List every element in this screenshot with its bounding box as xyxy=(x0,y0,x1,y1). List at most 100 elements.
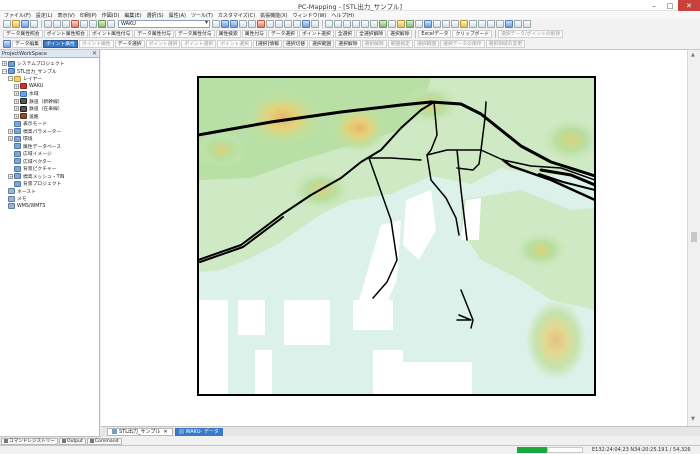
delete-selected-button[interactable]: 選択データ/ポイントの削除 xyxy=(498,30,564,38)
help-icon[interactable] xyxy=(523,20,531,28)
new-file-icon[interactable] xyxy=(3,20,11,28)
tree-item[interactable]: 広域ベクター xyxy=(0,158,99,166)
tree-item[interactable]: メモ xyxy=(0,195,99,203)
maximize-button[interactable]: □ xyxy=(662,0,678,11)
tree-item[interactable]: 表示モード xyxy=(0,120,99,128)
tree-item[interactable]: WMS/WMTS xyxy=(0,203,99,211)
tb3-button[interactable]: ポイント選択 xyxy=(181,40,217,48)
tree-item[interactable]: + 標高パラメーター xyxy=(0,128,99,136)
map-svg[interactable] xyxy=(101,50,687,426)
tb3-button[interactable]: 選択範囲 xyxy=(309,40,335,48)
tb3-button[interactable]: ポイント選択 xyxy=(217,40,252,48)
legend-icon[interactable] xyxy=(469,20,477,28)
tree-expander-icon[interactable]: + xyxy=(14,91,19,97)
layer-icon[interactable] xyxy=(98,20,106,28)
tree-expander-icon[interactable]: + xyxy=(8,128,13,134)
tree-expander-icon[interactable]: − xyxy=(8,76,13,82)
menu-file[interactable]: ファイル(F) xyxy=(4,12,31,19)
tree-item[interactable]: 広域イメージ xyxy=(0,150,99,158)
copy-icon[interactable] xyxy=(53,20,61,28)
zoom-extent-icon[interactable] xyxy=(352,20,360,28)
print-icon[interactable] xyxy=(30,20,38,28)
tree-expander-icon[interactable]: + xyxy=(8,173,13,179)
menu-attribute[interactable]: 属性(A) xyxy=(169,12,186,19)
zoom-in-icon[interactable] xyxy=(334,20,342,28)
tb3-button[interactable]: 範囲指定 xyxy=(387,40,413,48)
tb3-button[interactable]: データ編集 xyxy=(12,40,42,48)
tab-close-icon[interactable]: ✕ xyxy=(163,429,167,435)
tab-stl-sample[interactable]: STL出力_サンプル ✕ xyxy=(107,427,173,436)
tb2-button[interactable]: ポイント選択 xyxy=(298,30,334,38)
menu-print[interactable]: 印刷(P) xyxy=(80,12,97,19)
tree-item[interactable]: + 鉄道（新幹線） xyxy=(0,98,99,106)
table-icon[interactable] xyxy=(433,20,441,28)
tree-item[interactable]: ネースト xyxy=(0,188,99,196)
tb3-button[interactable]: 選択切替 xyxy=(282,40,309,48)
tree-expander-icon[interactable]: + xyxy=(2,61,7,67)
stl-export-icon[interactable] xyxy=(505,20,513,28)
menu-window[interactable]: ウィンドウ(W) xyxy=(293,12,327,19)
tb3-button[interactable]: データ選択 xyxy=(114,40,145,48)
import-icon[interactable] xyxy=(496,20,504,28)
delete-icon[interactable] xyxy=(71,20,79,28)
tree-item[interactable]: + 標高メッシュ・TIN xyxy=(0,173,99,181)
tab-command[interactable]: Command xyxy=(86,437,122,445)
node-edit-icon[interactable] xyxy=(266,20,274,28)
draw-line-icon[interactable] xyxy=(221,20,229,28)
tree-item[interactable]: 背景プロジェクト xyxy=(0,180,99,188)
draw-polygon-icon[interactable] xyxy=(230,20,238,28)
map-canvas[interactable] xyxy=(101,50,687,426)
pointer-icon[interactable] xyxy=(212,20,220,28)
tab-output[interactable]: Output xyxy=(58,437,86,445)
tb2-button[interactable]: データ属性付与 xyxy=(134,30,174,38)
panel-close-icon[interactable]: ✕ xyxy=(92,50,97,57)
menu-select[interactable]: 選択(S) xyxy=(147,12,164,19)
menu-view[interactable]: 表示(V) xyxy=(57,12,74,19)
menu-customize[interactable]: カスタマイズ(C) xyxy=(218,12,255,19)
scroll-down-icon[interactable]: ▼ xyxy=(691,416,695,422)
tree-item[interactable]: − レイヤー xyxy=(0,75,99,83)
scale-icon[interactable] xyxy=(293,20,301,28)
tree-item[interactable]: + 水域 xyxy=(0,90,99,98)
menu-edit[interactable]: 編集(E) xyxy=(124,12,141,19)
menu-help[interactable]: ヘルプ(H) xyxy=(331,12,354,19)
tb3-button[interactable]: [選択]情報 xyxy=(252,40,282,48)
layer-edit-icon[interactable] xyxy=(3,40,11,48)
profile-icon[interactable] xyxy=(415,20,423,28)
tb2-button[interactable]: 属性付与 xyxy=(241,30,267,38)
tree-expander-icon[interactable]: − xyxy=(2,68,7,74)
tb3-button[interactable]: ポイント属性 xyxy=(78,40,114,48)
tb3-button[interactable]: 選択解除 xyxy=(335,40,361,48)
redo-icon[interactable] xyxy=(89,20,97,28)
tree-expander-icon[interactable]: + xyxy=(14,83,19,89)
refresh-icon[interactable] xyxy=(370,20,378,28)
tb3-button-active[interactable]: ポイント属性 xyxy=(43,40,78,48)
excel-data-dropdown[interactable]: Excelデータ xyxy=(418,30,452,38)
tree-item[interactable]: + 鉄道（在来線） xyxy=(0,105,99,113)
image-icon[interactable] xyxy=(478,20,486,28)
tree-expander-icon[interactable]: + xyxy=(14,113,19,119)
tb2-button[interactable]: データ選択 xyxy=(267,30,298,38)
export-icon[interactable] xyxy=(487,20,495,28)
split-icon[interactable] xyxy=(311,20,319,28)
menu-tools[interactable]: ツール(T) xyxy=(191,12,213,19)
close-button[interactable]: ✕ xyxy=(678,0,700,11)
text-icon[interactable] xyxy=(248,20,256,28)
settings-icon[interactable] xyxy=(514,20,522,28)
tb2-button[interactable]: ポイント属性照会 xyxy=(43,30,88,38)
tb3-button[interactable]: ポイント選択 xyxy=(145,40,181,48)
scroll-up-icon[interactable]: ▲ xyxy=(691,52,695,58)
tab-command-registry[interactable]: コマンドレジストリー xyxy=(1,437,58,445)
menu-extensions[interactable]: 拡張機能(X) xyxy=(260,12,287,19)
tree-expander-icon[interactable]: + xyxy=(8,136,13,142)
minimize-button[interactable]: – xyxy=(646,0,662,11)
terrain-icon[interactable] xyxy=(406,20,414,28)
scroll-thumb[interactable] xyxy=(691,232,697,242)
tree-item[interactable]: 属性データベース xyxy=(0,143,99,151)
3d-view-icon[interactable] xyxy=(424,20,432,28)
search-icon[interactable] xyxy=(442,20,450,28)
map-vertical-scrollbar[interactable]: ▲ ▼ xyxy=(687,50,700,426)
cut-icon[interactable] xyxy=(44,20,52,28)
tb2-button[interactable]: 全選択 xyxy=(334,30,356,38)
label-icon[interactable] xyxy=(460,20,468,28)
